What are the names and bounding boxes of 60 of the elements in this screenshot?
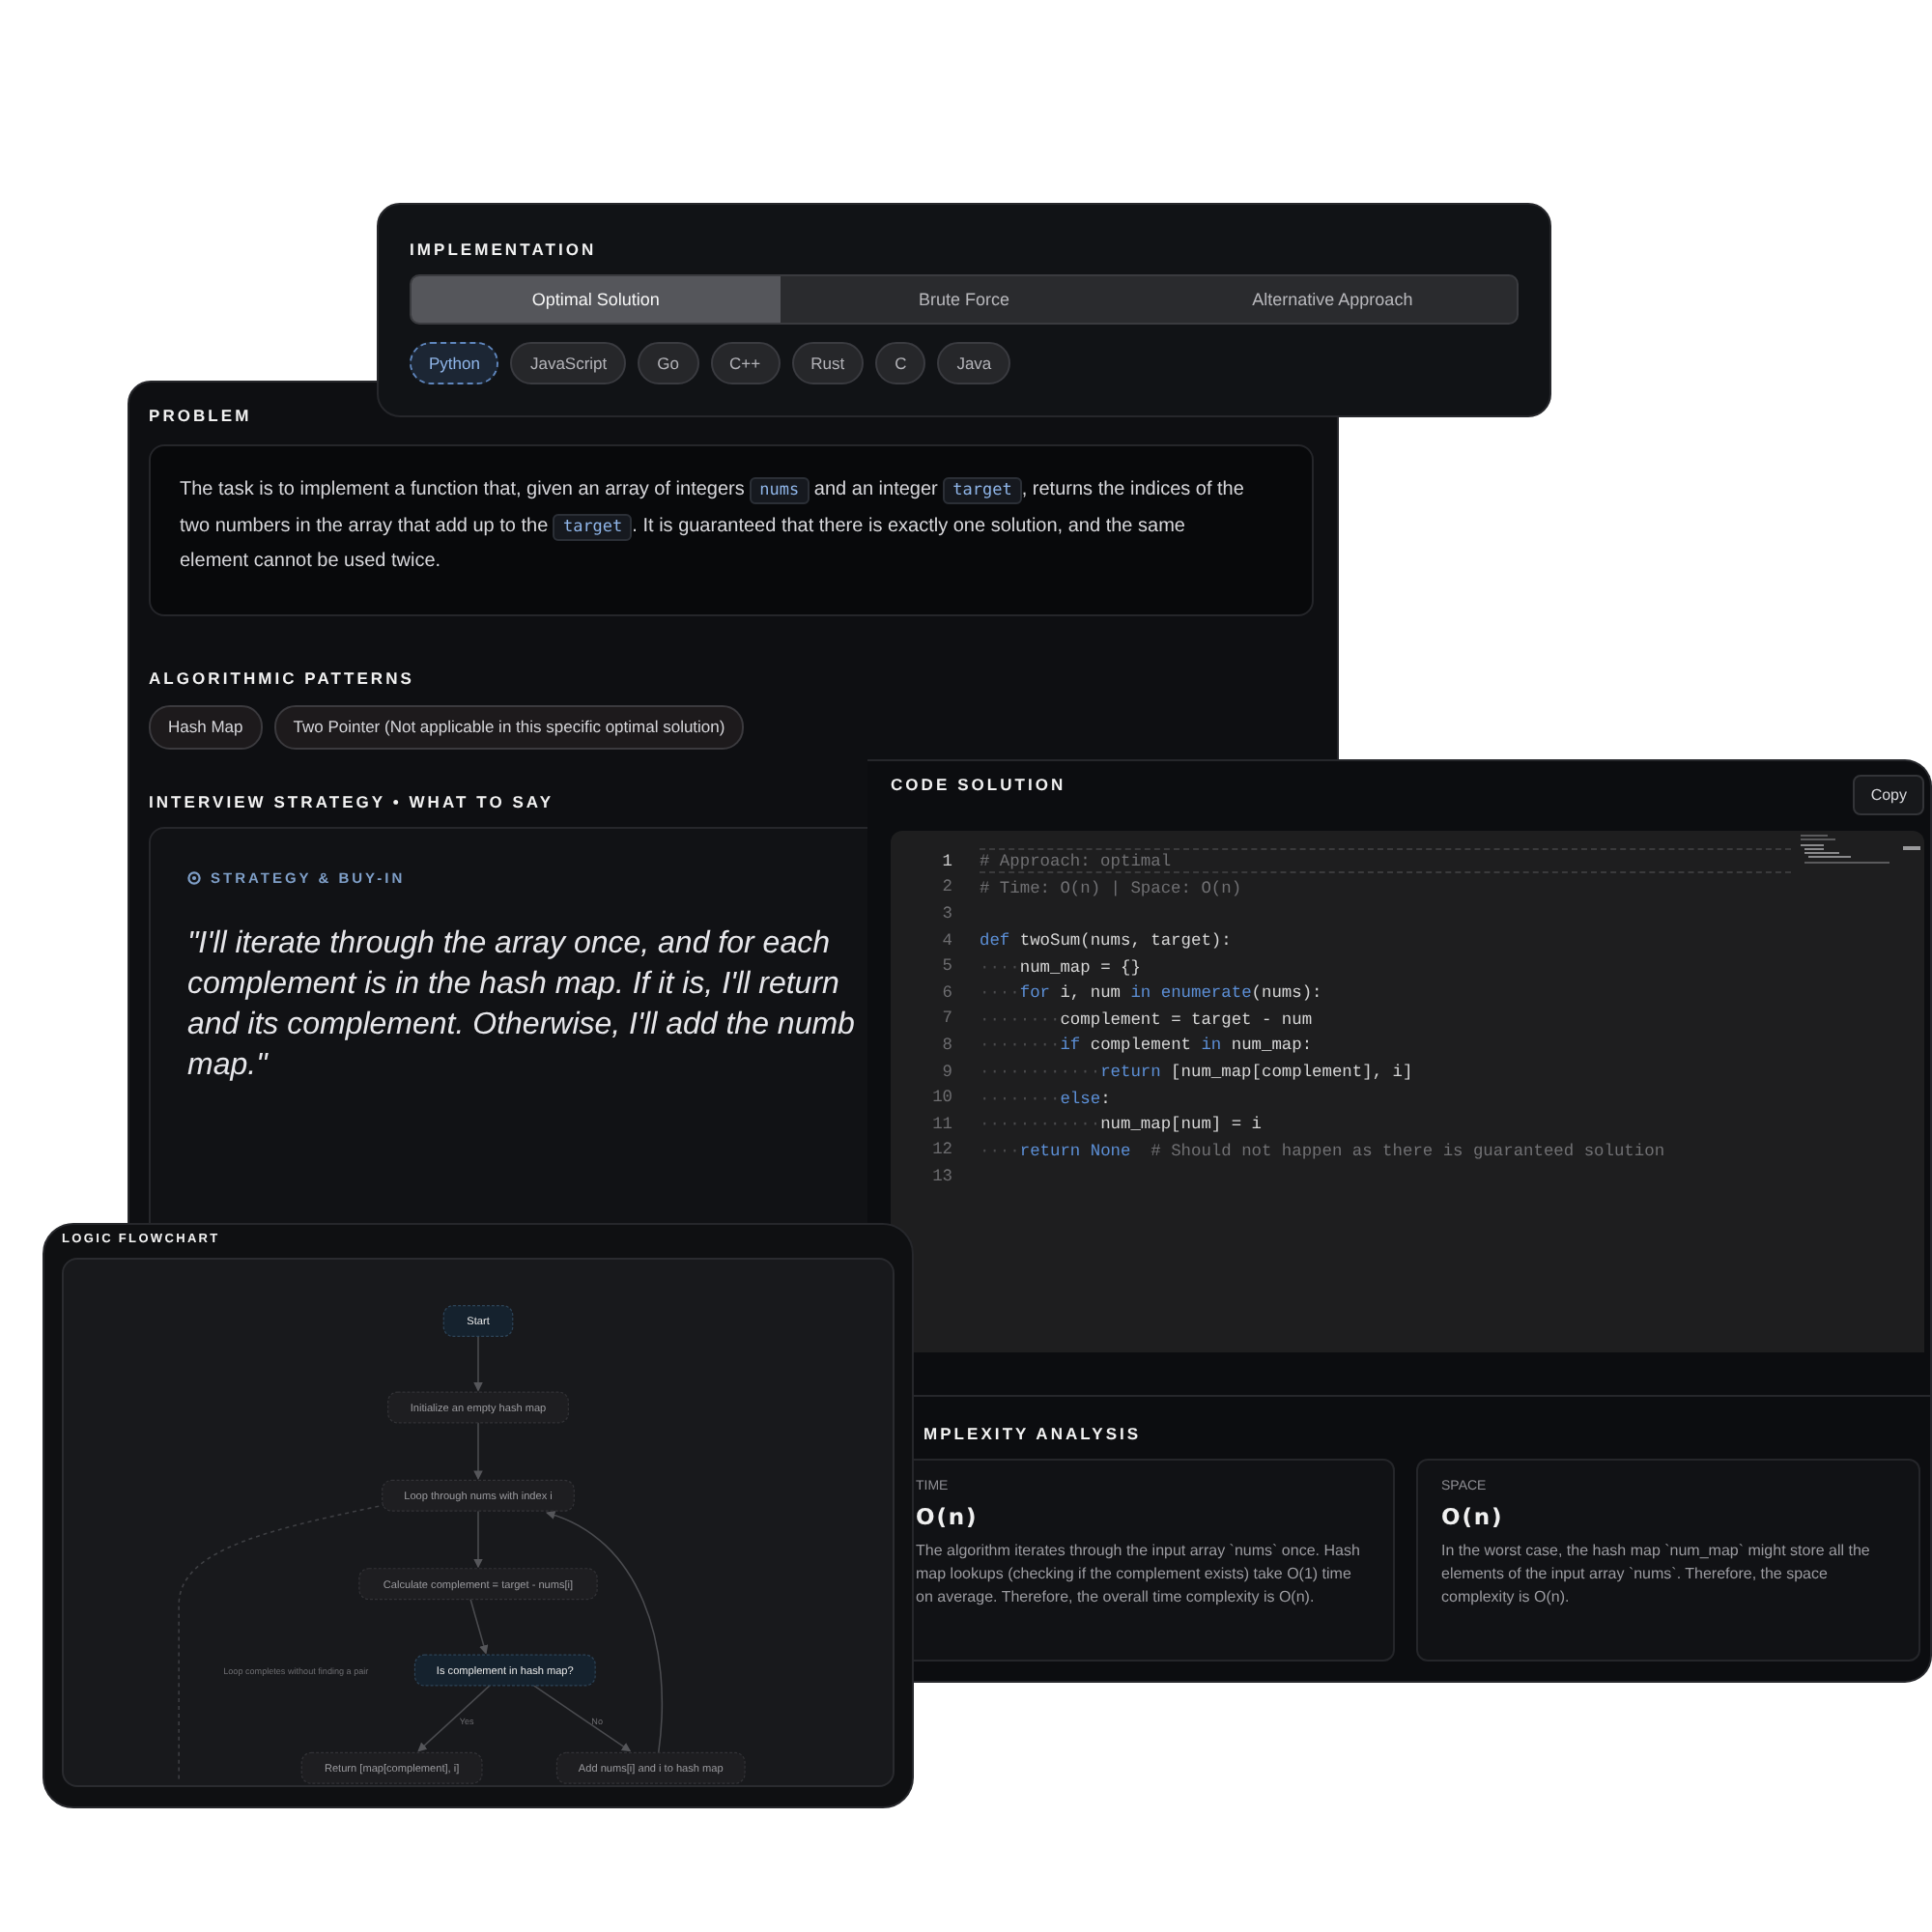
code-line: ····num_map = {}: [980, 955, 1143, 980]
language-chip[interactable]: C: [875, 342, 926, 384]
code-line: ········complement = target - num: [980, 1008, 1315, 1032]
target-icon: [187, 870, 201, 885]
code-line: def twoSum(nums, target):: [980, 929, 1234, 953]
solution-tab[interactable]: Alternative Approach: [1148, 276, 1517, 323]
code-line: ····for i, num in enumerate(nums):: [980, 981, 1324, 1006]
line-number: 1: [940, 851, 952, 871]
complexity-description: The algorithm iterates through the input array `nums` once. Hash map lookups (checking if the complement exists) take O(1) time on average. Therefore, the overall time complexity is O(n).: [916, 1540, 1362, 1610]
solution-tab[interactable]: Brute Force: [780, 276, 1149, 323]
code-line: # Time: O(n) | Space: O(n): [980, 876, 1244, 900]
section-title: ALGORITHMIC PATTERNS: [149, 668, 414, 688]
flow-arrow: [469, 1598, 489, 1655]
line-number: 8: [940, 1035, 952, 1055]
pattern-tag: Hash Map: [149, 704, 263, 750]
section-title: PROBLEM: [149, 406, 252, 425]
section-title: IMPLEMENTATION: [410, 240, 597, 259]
complexity-description: In the worst case, the hash map `num_map` might store all the elements of the input array `nums`. Therefore, the space complexity is O(n).: [1441, 1540, 1872, 1610]
complexity-value: O(n): [1441, 1503, 1506, 1530]
flow-arrow: [473, 1335, 483, 1392]
line-number: 5: [940, 956, 952, 977]
scrollbar-thumb[interactable]: [1903, 846, 1920, 850]
quote-text: map.": [187, 1046, 268, 1086]
language-chip[interactable]: Java: [937, 342, 1011, 384]
code-line: ····return None # Should not happen as there is guaranteed solution: [980, 1139, 1667, 1163]
line-number: 12: [930, 1140, 952, 1160]
line-number: 3: [940, 903, 952, 923]
solution-tab[interactable]: Optimal Solution: [412, 276, 781, 323]
language-chip[interactable]: C++: [710, 342, 781, 384]
code-line: ············return [num_map[complement], i]: [980, 1061, 1415, 1085]
language-chip[interactable]: Rust: [791, 342, 865, 384]
flow-arrow: [417, 1685, 491, 1752]
section-title: MPLEXITY ANALYSIS: [923, 1424, 1142, 1443]
line-number: 7: [940, 1009, 952, 1029]
line-number: 4: [940, 930, 952, 951]
section-title: INTERVIEW STRATEGY • WHAT TO SAY: [149, 791, 554, 811]
line-number: 10: [930, 1088, 952, 1108]
code-line: ············num_map[num] = i: [980, 1113, 1264, 1137]
problem-text: The task is to implement a function that, given an array of integers nums and an integer target , returns the indices of the two numbers in the array that add up to the target . It is guaranteed that there is exactly one solution, and the same element cannot be used twice.: [180, 475, 1246, 577]
flow-arrow: [473, 1422, 483, 1480]
pattern-tag: Two Pointer (Not applicable in this specific optimal solution): [273, 704, 745, 750]
language-chip[interactable]: Python: [410, 342, 499, 384]
line-number: 9: [940, 1062, 952, 1082]
code-line: # Approach: optimal: [980, 848, 1791, 874]
line-number: 11: [930, 1114, 952, 1134]
line-number: 6: [940, 982, 952, 1003]
minimap-drawing: [1801, 835, 1889, 866]
code-line: ········else:: [980, 1087, 1113, 1111]
complexity-value: O(n): [916, 1503, 980, 1530]
section-title: CODE SOLUTION: [891, 775, 1066, 794]
quote-text: "I'll iterate through the array once, and for each: [187, 924, 830, 964]
copy-button[interactable]: Copy: [1853, 775, 1924, 815]
flow-arrow: [473, 1510, 483, 1569]
code-line: ········if complement in num_map:: [980, 1034, 1315, 1058]
line-number: 13: [930, 1166, 952, 1186]
language-chip[interactable]: JavaScript: [510, 342, 627, 384]
quote-text: complement is in the hash map. If it is, I'll return: [187, 965, 839, 1005]
language-chip[interactable]: Go: [638, 342, 698, 384]
quote-text: and its complement. Otherwise, I'll add the numb: [187, 1006, 855, 1045]
line-number: 2: [940, 877, 952, 897]
